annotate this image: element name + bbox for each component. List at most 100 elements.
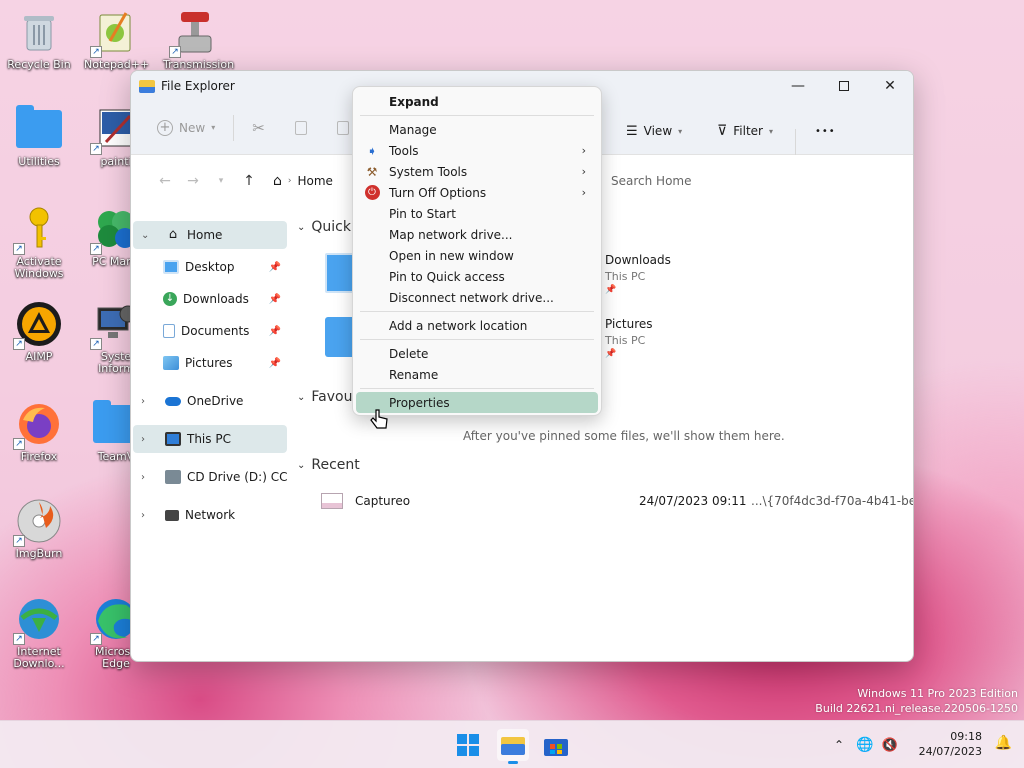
desktop-icon-activate-windows[interactable]: ↗ Activate Windows bbox=[7, 205, 71, 280]
menu-item-manage[interactable]: Manage bbox=[356, 119, 598, 140]
pin-icon: 📌 bbox=[268, 261, 281, 273]
shortcut-arrow-icon: ↗ bbox=[90, 143, 102, 155]
shortcut-arrow-icon: ↗ bbox=[90, 243, 102, 255]
forward-button[interactable]: → bbox=[179, 173, 207, 189]
cut-button[interactable]: ✂ bbox=[244, 112, 273, 144]
sidebar-item-label: CD Drive (D:) CCCOM bbox=[187, 470, 287, 484]
quick-access-item-desktop[interactable] bbox=[325, 253, 355, 293]
menu-item-expand[interactable]: Expand bbox=[356, 91, 598, 112]
internet-download-manager-icon: ↗ bbox=[13, 595, 63, 645]
microsoft-store-icon bbox=[544, 739, 568, 756]
sidebar-item-onedrive[interactable]: › OneDrive bbox=[133, 387, 287, 415]
sidebar-item-this-pc[interactable]: › This PC bbox=[133, 425, 287, 453]
desktop-icon-notepad-plus-plus[interactable]: ↗ Notepad++ bbox=[84, 8, 149, 71]
window-controls: — ✕ bbox=[775, 71, 913, 101]
show-hidden-icons-button[interactable]: ⌃ bbox=[834, 738, 844, 752]
menu-item-label: Rename bbox=[389, 367, 439, 382]
menu-divider bbox=[360, 115, 594, 116]
menu-item-add-network-location[interactable]: Add a network location bbox=[356, 315, 598, 336]
taskbar-file-explorer-button[interactable] bbox=[497, 729, 529, 764]
menu-item-pin-to-quick-access[interactable]: Pin to Quick access bbox=[356, 266, 598, 287]
recent-heading[interactable]: ⌄ Recent bbox=[297, 457, 360, 473]
filter-icon: ⊽ bbox=[717, 123, 728, 139]
sidebar-item-label: Downloads bbox=[183, 292, 249, 306]
menu-item-label: Properties bbox=[389, 395, 450, 410]
menu-item-label: Pin to Start bbox=[389, 206, 456, 221]
volume-muted-icon[interactable]: 🔇 bbox=[882, 738, 898, 753]
running-indicator bbox=[508, 761, 518, 764]
recent-file-path: ...\{70f4dc3d-f70a-4b41-be3b... bbox=[751, 494, 913, 508]
view-list-icon: ☰ bbox=[626, 123, 638, 139]
desktop-icon-utilities[interactable]: Utilities bbox=[7, 105, 71, 168]
pin-icon: 📌 bbox=[605, 349, 617, 359]
recent-file-name: Captureo bbox=[355, 494, 411, 508]
sidebar-item-home[interactable]: ⌄ ⌂ Home bbox=[133, 221, 287, 249]
scissors-icon: ✂ bbox=[252, 118, 265, 137]
menu-divider bbox=[360, 339, 594, 340]
desktop-icon-label: ImgBurn bbox=[15, 547, 63, 560]
favourites-heading[interactable]: ⌄ Favour bbox=[297, 389, 358, 405]
hammer-wrench-icon: ⚒ bbox=[366, 164, 378, 179]
toolbar-divider bbox=[233, 114, 235, 141]
back-button[interactable]: ← bbox=[151, 173, 179, 189]
sidebar-item-pictures[interactable]: Pictures 📌 bbox=[133, 349, 287, 377]
recent-locations-button[interactable]: ▾ bbox=[207, 176, 235, 186]
sidebar-item-network[interactable]: › Network bbox=[133, 501, 287, 529]
menu-item-open-in-new-window[interactable]: Open in new window bbox=[356, 245, 598, 266]
menu-item-rename[interactable]: Rename bbox=[356, 364, 598, 385]
desktop-icon-label: AIMP bbox=[25, 350, 53, 363]
start-button[interactable] bbox=[452, 729, 484, 761]
sidebar-item-downloads[interactable]: ↓ Downloads 📌 bbox=[133, 285, 287, 313]
aimp-icon: ↗ bbox=[13, 300, 63, 350]
home-icon: ⌂ bbox=[273, 173, 282, 189]
chevron-down-icon: ▾ bbox=[768, 126, 773, 136]
menu-item-disconnect-network-drive[interactable]: Disconnect network drive... bbox=[356, 287, 598, 308]
minimize-button[interactable]: — bbox=[775, 71, 821, 101]
menu-item-label: Add a network location bbox=[389, 318, 528, 333]
quick-access-item-downloads[interactable]: Downloads This PC 📌 bbox=[605, 253, 671, 295]
more-options-button[interactable]: ••• bbox=[807, 115, 844, 147]
menu-item-label: Expand bbox=[389, 94, 439, 109]
desktop-icon-transmission[interactable]: ↗ Transmission bbox=[163, 8, 234, 71]
quick-access-item-pictures[interactable]: Pictures This PC 📌 bbox=[605, 317, 653, 359]
menu-item-delete[interactable]: Delete bbox=[356, 343, 598, 364]
breadcrumb[interactable]: ⌂ › Home bbox=[273, 173, 333, 189]
menu-item-turn-off-options[interactable]: ⏻ Turn Off Options › bbox=[356, 182, 598, 203]
desktop-icon-firefox[interactable]: ↗ Firefox bbox=[7, 400, 71, 463]
network-globe-icon[interactable]: 🌐 bbox=[856, 737, 873, 753]
shortcut-arrow-icon: ↗ bbox=[90, 633, 102, 645]
maximize-button[interactable] bbox=[821, 71, 867, 101]
new-button[interactable]: + New ▾ bbox=[149, 112, 223, 144]
menu-item-properties[interactable]: Properties bbox=[356, 392, 598, 413]
clock[interactable]: 09:18 24/07/2023 bbox=[919, 729, 982, 759]
desktop-icon-recycle-bin[interactable]: Recycle Bin bbox=[7, 8, 71, 71]
sidebar-item-cd-drive[interactable]: › CD Drive (D:) CCCOM bbox=[133, 463, 287, 491]
menu-item-tools[interactable]: ➧ Tools › bbox=[356, 140, 598, 161]
menu-item-system-tools[interactable]: ⚒ System Tools › bbox=[356, 161, 598, 182]
up-button[interactable]: ↑ bbox=[235, 173, 263, 189]
desktop-icon bbox=[163, 260, 179, 274]
notification-center-button[interactable]: 🔔 bbox=[995, 735, 1012, 751]
cd-drive-icon bbox=[165, 470, 181, 484]
sidebar-item-desktop[interactable]: Desktop 📌 bbox=[133, 253, 287, 281]
onedrive-icon bbox=[165, 396, 181, 406]
recent-file-row[interactable]: Captureo 24/07/2023 09:11 ...\{70f4dc3d-… bbox=[321, 489, 913, 513]
downloads-icon: ↓ bbox=[163, 292, 177, 306]
copy-icon bbox=[294, 120, 307, 135]
menu-item-map-network-drive[interactable]: Map network drive... bbox=[356, 224, 598, 245]
breadcrumb-separator-icon: › bbox=[287, 176, 292, 186]
desktop-icon-imgburn[interactable]: ↗ ImgBurn bbox=[7, 497, 71, 560]
desktop-icon-label: Syste Inform bbox=[98, 350, 134, 375]
view-button[interactable]: ☰ View ▾ bbox=[618, 115, 690, 147]
close-button[interactable]: ✕ bbox=[867, 71, 913, 101]
search-input[interactable]: Search Home bbox=[595, 155, 913, 207]
windows-edition-watermark: Windows 11 Pro 2023 Edition Build 22621.… bbox=[815, 686, 1018, 716]
filter-button[interactable]: ⊽ Filter ▾ bbox=[709, 115, 781, 147]
desktop-icon-internet-download-manager[interactable]: ↗ Internet Downlo... bbox=[7, 595, 71, 670]
taskbar-store-button[interactable] bbox=[540, 729, 572, 761]
quick-access-item-documents[interactable] bbox=[325, 317, 355, 357]
menu-item-pin-to-start[interactable]: Pin to Start bbox=[356, 203, 598, 224]
copy-button[interactable] bbox=[287, 112, 315, 144]
desktop-icon-aimp[interactable]: ↗ AIMP bbox=[7, 300, 71, 363]
sidebar-item-documents[interactable]: Documents 📌 bbox=[133, 317, 287, 345]
